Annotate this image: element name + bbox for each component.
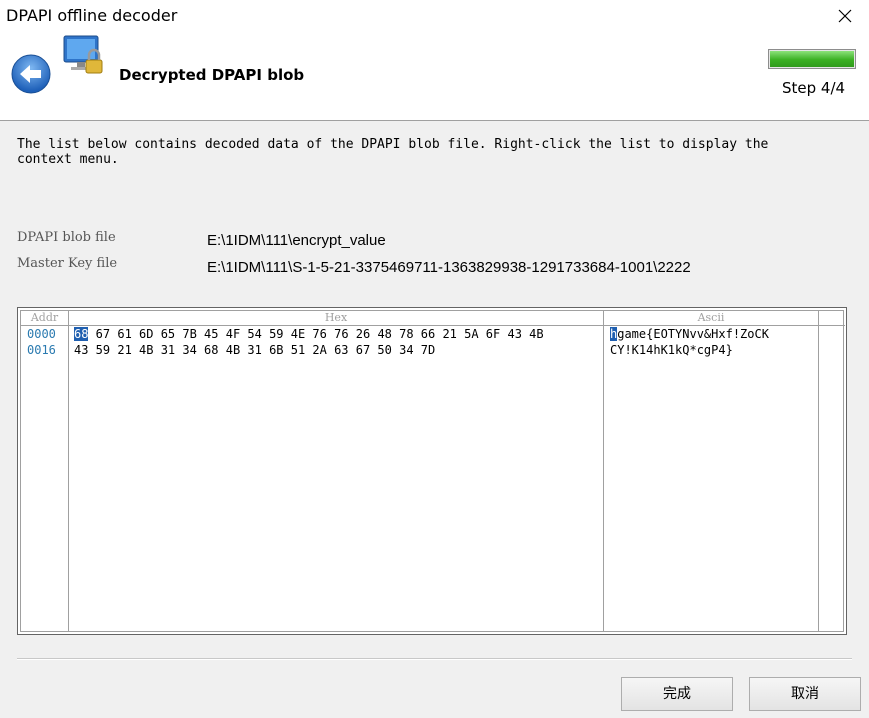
hex-list-view[interactable]: Addr Hex Ascii 0000 68 67 61 6D 65 7B 45…	[17, 307, 847, 635]
addr-column-header[interactable]: Addr	[21, 311, 68, 326]
masterkey-file-value: E:\1IDM\111\S-1-5-21-3375469711-13638299…	[207, 259, 691, 276]
row-hex: 67 61 6D 65 7B 45 4F 54 59 4E 76 76 26 4…	[88, 327, 544, 341]
back-arrow-icon	[11, 54, 51, 94]
row-address: 0000	[27, 327, 56, 341]
wizard-header: Decrypted DPAPI blob Step 4/4	[0, 32, 869, 121]
page-title: Decrypted DPAPI blob	[119, 66, 305, 84]
monitor-lock-icon	[62, 34, 108, 80]
window-title: DPAPI offline decoder	[6, 6, 178, 25]
footer-divider	[17, 658, 852, 660]
title-bar: DPAPI offline decoder	[0, 0, 869, 32]
step-indicator: Step 4/4	[782, 79, 846, 97]
filler-column-header	[819, 311, 845, 326]
cancel-button[interactable]: 取消	[749, 677, 861, 711]
close-button[interactable]	[823, 0, 869, 32]
selected-byte[interactable]: 68	[74, 327, 89, 341]
progress-fill	[770, 51, 854, 67]
column-divider	[818, 311, 819, 631]
ascii-column-header[interactable]: Ascii	[604, 311, 818, 326]
blob-file-value: E:\1IDM\111\encrypt_value	[207, 232, 386, 249]
row-hex: 43 59 21 4B 31 34 68 4B 31 6B 51 2A 63 6…	[74, 343, 436, 357]
row-ascii: CY!K14hK1kQ*cgP4}	[610, 343, 733, 357]
column-divider	[603, 311, 604, 631]
description-text: The list below contains decoded data of …	[17, 137, 769, 167]
row-ascii: game{EOTYNvv&Hxf!ZoCK	[617, 327, 769, 341]
row-address: 0016	[27, 343, 56, 357]
back-button[interactable]	[11, 54, 51, 94]
step-progress-bar	[768, 49, 856, 69]
column-divider	[68, 311, 69, 631]
blob-file-label: DPAPI blob file	[17, 230, 116, 245]
hex-column-header[interactable]: Hex	[69, 311, 603, 326]
finish-button[interactable]: 完成	[621, 677, 733, 711]
close-icon	[838, 9, 852, 23]
masterkey-file-label: Master Key file	[17, 256, 118, 271]
